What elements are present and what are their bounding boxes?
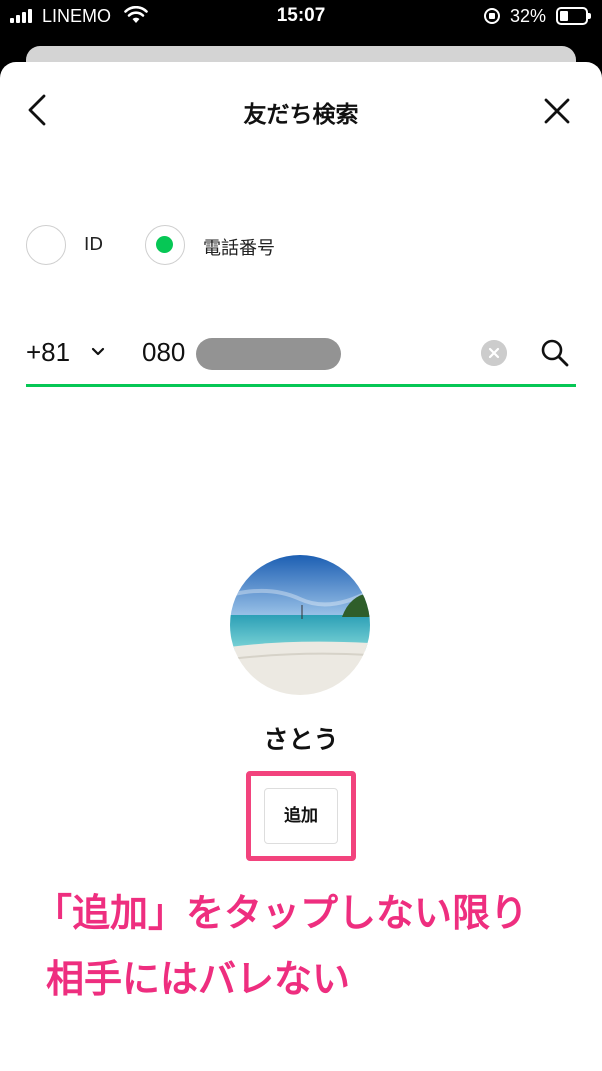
annotation-line-1: 「追加」をタップしない限り xyxy=(34,891,529,935)
close-icon[interactable] xyxy=(540,94,574,128)
radio-selected-dot xyxy=(156,236,173,253)
country-code[interactable]: +81 xyxy=(26,337,70,368)
avatar xyxy=(230,555,370,695)
page-title: 友だち検索 xyxy=(243,102,359,128)
battery-percent: 32% xyxy=(510,6,547,26)
profile-name: さとう xyxy=(263,725,339,754)
clear-input-icon[interactable] xyxy=(481,340,507,366)
phone-number-input[interactable]: 080 xyxy=(142,337,185,368)
redaction-mask xyxy=(196,338,341,370)
chevron-down-icon[interactable] xyxy=(90,345,106,359)
annotation-line-2: 相手にはバレない xyxy=(46,957,351,1001)
search-icon[interactable] xyxy=(540,338,570,368)
friend-search-sheet: 友だち検索 ID 電話番号 +81 080 さとう 追加 「追加」をタップしない… xyxy=(0,62,602,1071)
add-friend-button[interactable]: 追加 xyxy=(264,788,338,844)
input-underline xyxy=(26,384,576,387)
radio-id[interactable] xyxy=(26,225,66,265)
status-bar: LINEMO 15:07 32% xyxy=(0,0,602,36)
radio-phone[interactable] xyxy=(145,225,185,265)
radio-id-label: ID xyxy=(84,234,104,255)
orientation-lock-icon xyxy=(484,8,500,24)
battery-icon xyxy=(556,7,591,25)
radio-phone-label: 電話番号 xyxy=(203,238,275,259)
